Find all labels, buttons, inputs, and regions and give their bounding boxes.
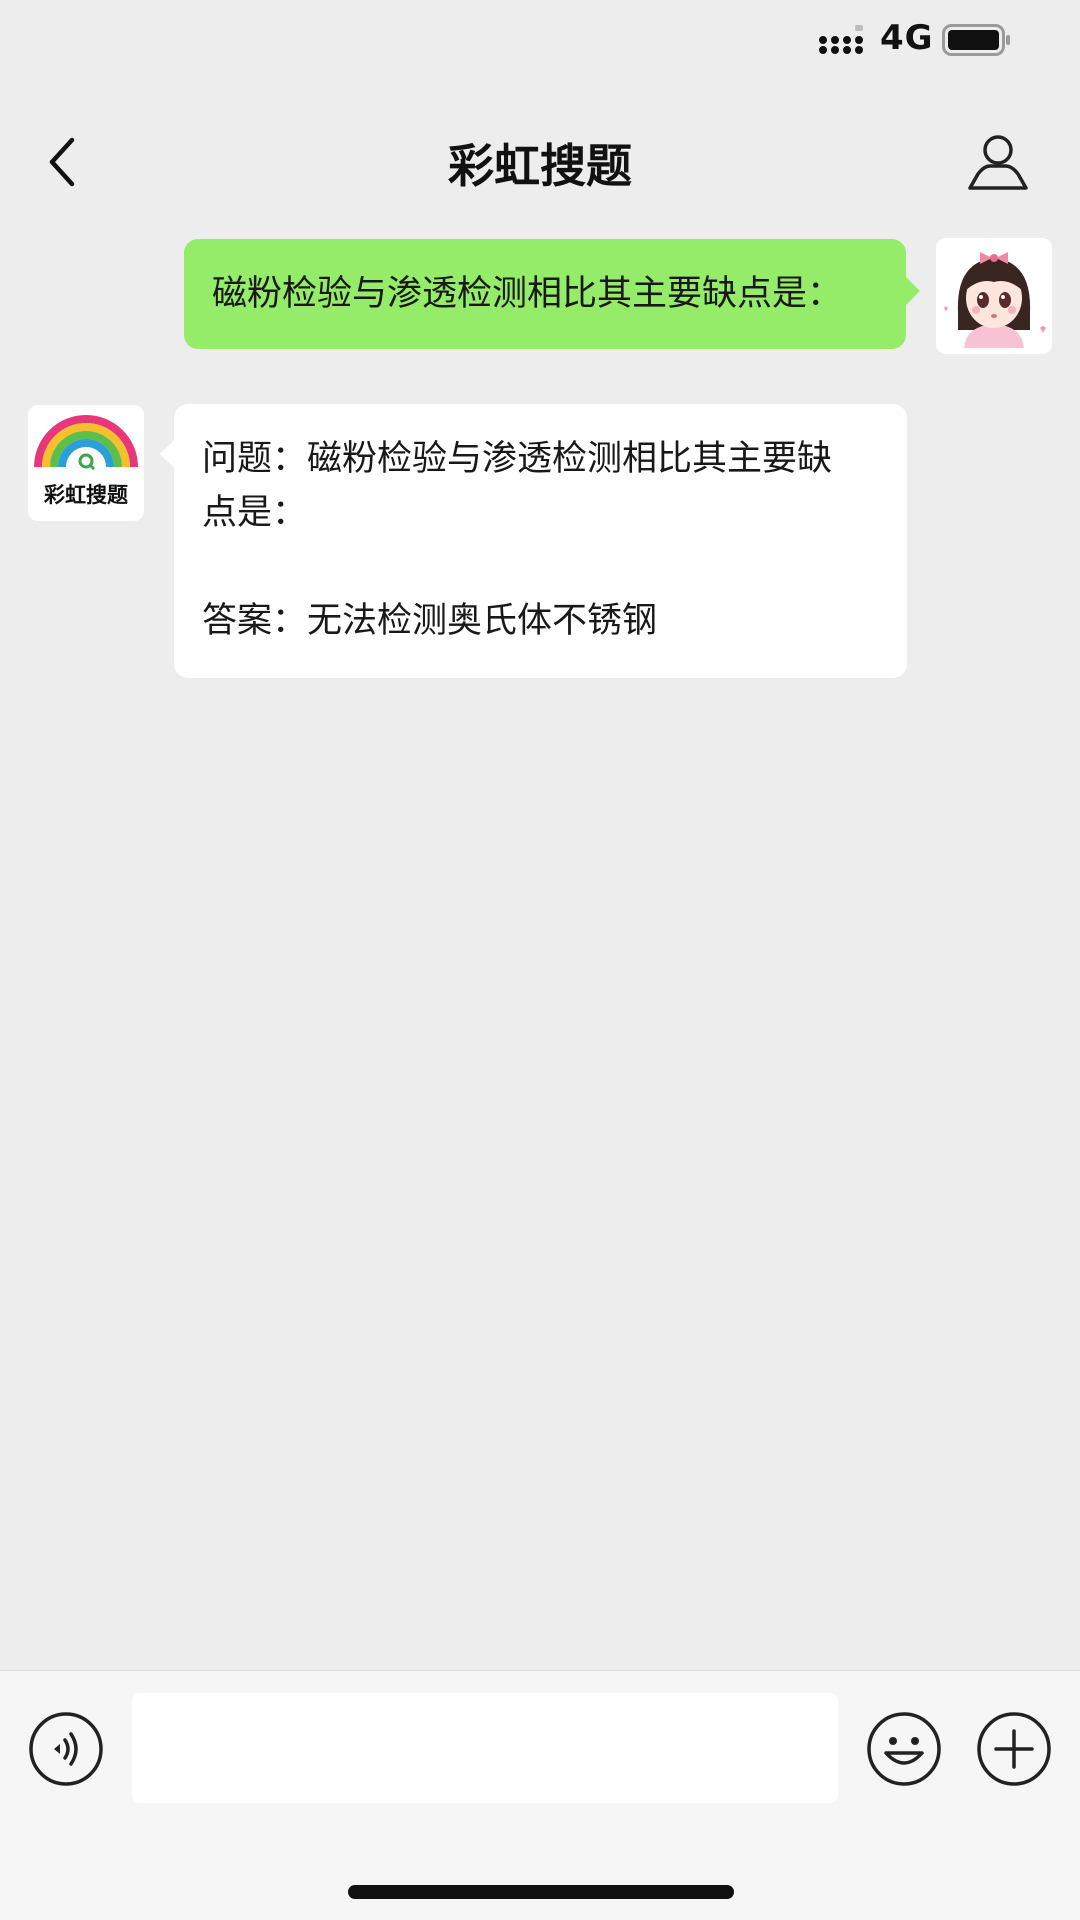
user-avatar[interactable] [936,238,1052,354]
bot-logo-text: 彩虹搜题 [44,483,128,507]
status-bar: 4G [0,0,1080,84]
profile-icon[interactable] [966,130,1030,194]
bot-message-bubble[interactable]: 问题：磁粉检验与渗透检测相比其主要缺 点是： 答案：无法检测奥氏体不锈钢 [160,404,907,678]
chat-screen: 4G 彩虹搜题 磁粉检验与渗透检测相比其主要缺点是： 彩虹搜题 问题：磁粉检验与… [0,0,1080,1920]
girl-avatar-icon [936,238,1052,354]
battery-icon [942,24,1010,56]
network-type: 4G [880,18,934,58]
nav-bar: 彩虹搜题 [0,100,1080,220]
message-input[interactable] [132,1693,838,1803]
input-bar [0,1670,1080,1920]
bot-avatar[interactable]: 彩虹搜题 [28,405,144,521]
emoji-icon[interactable] [866,1711,942,1787]
page-title: 彩虹搜题 [448,139,632,193]
chat-area: 磁粉检验与渗透检测相比其主要缺点是： 彩虹搜题 问题：磁粉检验与渗透检测相比其主… [0,230,1080,1670]
bot-answer-line: 答案：无法检测奥氏体不锈钢 [202,601,658,641]
bot-question-line2: 点是： [202,493,308,533]
bot-question-line1: 问题：磁粉检验与渗透检测相比其主要缺 [202,439,833,479]
plus-icon[interactable] [976,1711,1052,1787]
user-message-text: 磁粉检验与渗透检测相比其主要缺点是： [212,274,843,314]
user-message-bubble[interactable]: 磁粉检验与渗透检测相比其主要缺点是： [184,239,920,349]
voice-icon[interactable] [28,1711,104,1787]
signal-icon [819,25,863,54]
home-indicator[interactable] [348,1885,734,1899]
